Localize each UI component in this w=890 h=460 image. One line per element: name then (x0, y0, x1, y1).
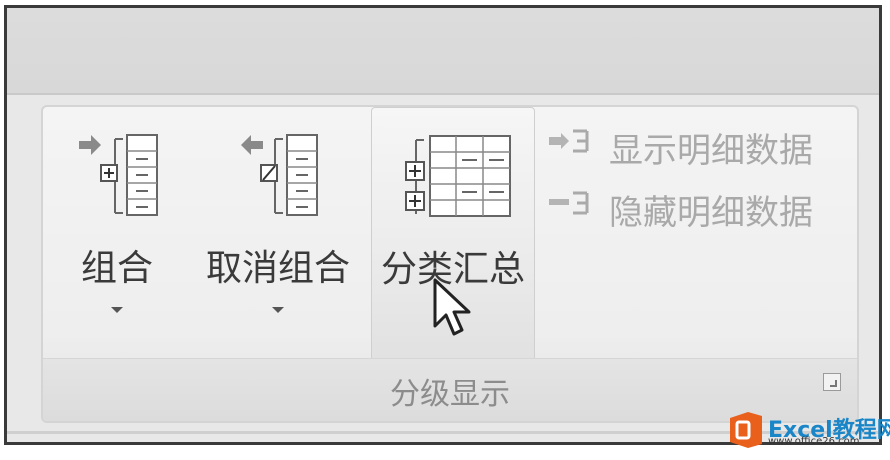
excel-ribbon-frame: 组合 取消组合 分类汇总 显示明细数据 隐藏明细数据 分级显示 (4, 5, 882, 445)
group-button[interactable]: 组合 (57, 107, 177, 361)
group-title: 分级显示 (390, 377, 510, 412)
ungroup-button[interactable]: 取消组合 (195, 107, 361, 361)
subtotal-icon (405, 135, 511, 217)
ungroup-outline-icon (241, 134, 318, 216)
watermark-url: www.office26.com (768, 436, 860, 447)
group-button-label: 组合 (80, 248, 153, 289)
outline-group: 组合 取消组合 分类汇总 显示明细数据 隐藏明细数据 分级显示 (41, 105, 859, 423)
dialog-launcher-icon[interactable] (823, 373, 841, 391)
show-detail-label: 显示明细数据 (609, 131, 813, 171)
mouse-cursor-icon (433, 278, 471, 336)
watermark: Excel教程网 www.office26.com (728, 410, 890, 454)
ribbon-panel: 组合 取消组合 分类汇总 显示明细数据 隐藏明细数据 分级显示 (7, 95, 879, 442)
hide-detail-icon (549, 191, 589, 215)
hide-detail-label: 隐藏明细数据 (609, 193, 813, 233)
ungroup-button-label: 取消组合 (205, 248, 350, 289)
show-detail-icon (549, 129, 589, 153)
chevron-down-icon[interactable] (272, 307, 284, 313)
ribbon-tab-strip (7, 8, 879, 95)
chevron-down-icon[interactable] (111, 307, 123, 313)
group-outline-icon (79, 134, 158, 216)
office-logo-icon (730, 412, 762, 448)
